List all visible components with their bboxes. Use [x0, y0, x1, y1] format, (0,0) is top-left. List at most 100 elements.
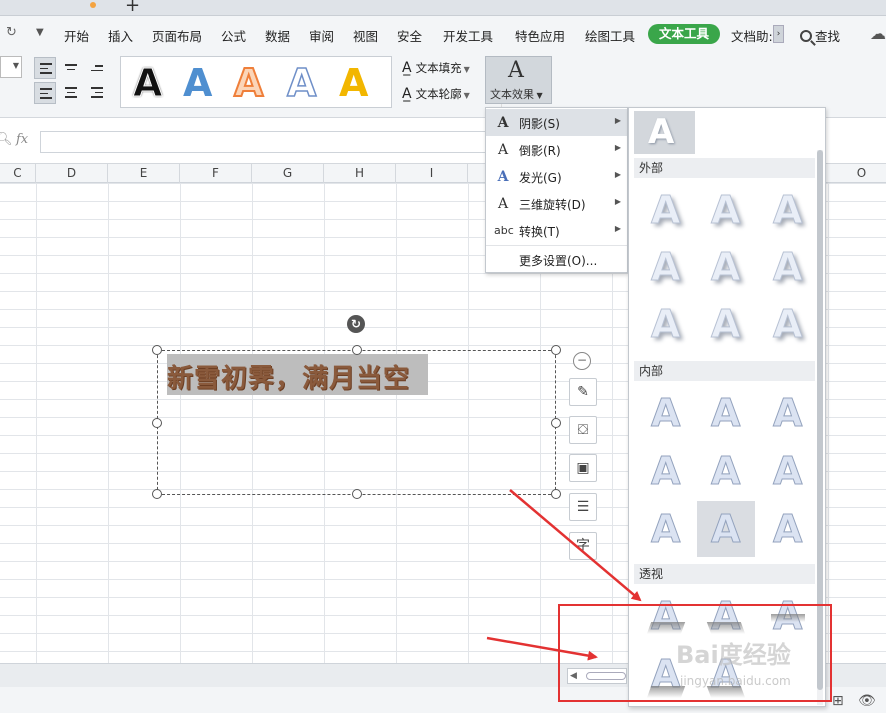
- menu-formula[interactable]: 公式: [221, 26, 246, 45]
- shadow-outer-4[interactable]: A: [637, 239, 695, 295]
- menu-view[interactable]: 视图: [353, 26, 378, 45]
- resize-handle-top-right[interactable]: [551, 345, 561, 355]
- resize-handle-bottom-left[interactable]: [152, 489, 162, 499]
- reflection-A-icon: A: [497, 142, 509, 158]
- style-black-A[interactable]: A: [132, 61, 162, 106]
- column-header-i[interactable]: I: [396, 164, 468, 183]
- menu-special-apps[interactable]: 特色应用: [515, 26, 565, 45]
- style-orange-outline-A[interactable]: A: [233, 60, 264, 106]
- text-outline-icon: A̲: [402, 86, 412, 102]
- search-button[interactable]: 查找: [800, 26, 840, 45]
- shadow-inner-3[interactable]: A: [759, 385, 817, 441]
- shadow-inner-6[interactable]: A: [759, 443, 817, 499]
- shadow-outer-5[interactable]: A: [697, 239, 755, 295]
- rotate-handle-icon[interactable]: ↻: [347, 315, 365, 333]
- style-gold-A[interactable]: A: [339, 61, 368, 105]
- glow-A-icon: A: [497, 169, 509, 185]
- menu-item-shadow[interactable]: A 阴影(S) ▶: [486, 109, 627, 136]
- cloud-icon[interactable]: ☁: [870, 24, 886, 43]
- shadow-inner-2[interactable]: A: [697, 385, 755, 441]
- column-header-d[interactable]: D: [36, 164, 108, 183]
- swatch-A: A: [650, 507, 681, 552]
- section-perspective: 透视: [634, 564, 815, 584]
- format-brush-button[interactable]: ✎: [569, 378, 597, 406]
- search-icon: [800, 30, 812, 42]
- shadow-outer-2[interactable]: A: [697, 182, 755, 238]
- shadow-inner-9[interactable]: A: [759, 501, 817, 557]
- fx-icon[interactable]: fx: [16, 132, 28, 147]
- text-box[interactable]: 新雪初霁，满月当空: [152, 345, 561, 499]
- menu-page-layout[interactable]: 页面布局: [152, 26, 202, 45]
- redo-icon[interactable]: ↻: [6, 25, 17, 40]
- shadow-outer-6[interactable]: A: [759, 239, 817, 295]
- menu-review[interactable]: 审阅: [309, 26, 334, 45]
- menu-item-label: 转换(T): [519, 225, 560, 239]
- column-header-g[interactable]: G: [252, 164, 324, 183]
- align-center-button[interactable]: [60, 82, 82, 104]
- align-bottom-button[interactable]: [86, 57, 108, 79]
- menu-item-reflection[interactable]: A 倒影(R) ▶: [486, 136, 627, 163]
- zoom-icon[interactable]: 🔍︎: [0, 132, 13, 147]
- swatch-A: A: [710, 302, 741, 347]
- column-header-o[interactable]: O: [826, 164, 886, 183]
- shadow-outer-3[interactable]: A: [759, 182, 817, 238]
- swatch-A: A: [772, 391, 803, 436]
- shadow-inner-4[interactable]: A: [637, 443, 695, 499]
- align-right-button[interactable]: [86, 82, 108, 104]
- menu-item-glow[interactable]: A 发光(G) ▶: [486, 163, 627, 190]
- menu-security[interactable]: 安全: [397, 26, 422, 45]
- fill-color-button[interactable]: ⛋: [569, 416, 597, 444]
- menu-developer[interactable]: 开发工具: [443, 26, 493, 45]
- menu-overflow-arrow-icon[interactable]: ›: [773, 25, 784, 43]
- menu-item-3d-rotation[interactable]: A 三维旋转(D) ▶: [486, 190, 627, 217]
- resize-handle-right[interactable]: [551, 418, 561, 428]
- align-middle-button[interactable]: [60, 57, 82, 79]
- transform-abc-icon: abc: [494, 224, 514, 237]
- resize-handle-top[interactable]: [352, 345, 362, 355]
- column-header-e[interactable]: E: [108, 164, 180, 183]
- resize-handle-bottom-right[interactable]: [551, 489, 561, 499]
- shadow-outer-8[interactable]: A: [697, 296, 755, 352]
- text-fill-button[interactable]: A̲ 文本填充 ▼: [402, 60, 470, 76]
- no-shadow-option[interactable]: A: [634, 111, 695, 154]
- textbox-content[interactable]: 新雪初霁，满月当空: [167, 354, 429, 395]
- quick-access-dropdown-icon[interactable]: ▼: [36, 27, 44, 38]
- menu-item-transform[interactable]: abc 转换(T) ▶: [486, 217, 627, 244]
- menu-item-more-settings[interactable]: 更多设置(O)...: [486, 246, 627, 273]
- column-header-h[interactable]: H: [324, 164, 396, 183]
- style-blue-A[interactable]: A: [183, 61, 212, 105]
- page-layout-icon[interactable]: ⊞: [832, 693, 844, 709]
- text-effect-button[interactable]: A 文本效果 ▼: [485, 56, 552, 104]
- shadow-A-icon: A: [497, 115, 509, 131]
- style-blue-outline-A[interactable]: A: [286, 60, 317, 106]
- column-header-c[interactable]: C: [0, 164, 36, 183]
- menu-text-tools[interactable]: 文本工具: [648, 24, 720, 44]
- text-layout-button[interactable]: ☰: [569, 493, 597, 521]
- resize-handle-left[interactable]: [152, 418, 162, 428]
- shadow-inner-1[interactable]: A: [637, 385, 695, 441]
- shadow-outer-7[interactable]: A: [637, 296, 695, 352]
- border-button[interactable]: ▣: [569, 454, 597, 482]
- eye-protection-icon[interactable]: 👁︎: [858, 693, 876, 709]
- shadow-inner-5[interactable]: A: [697, 443, 755, 499]
- menu-drawing-tools[interactable]: 绘图工具: [585, 26, 635, 45]
- shadow-outer-9[interactable]: A: [759, 296, 817, 352]
- resize-handle-bottom[interactable]: [352, 489, 362, 499]
- menu-doc-assistant[interactable]: 文档助:: [731, 26, 773, 45]
- collapse-minus-icon[interactable]: −: [573, 352, 591, 370]
- align-top-icon: [40, 63, 52, 75]
- column-header-f[interactable]: F: [180, 164, 252, 183]
- font-button[interactable]: 字: [569, 532, 597, 560]
- shadow-inner-8[interactable]: A: [697, 501, 755, 557]
- font-size-select[interactable]: ▼: [0, 56, 22, 78]
- shadow-inner-7[interactable]: A: [637, 501, 695, 557]
- resize-handle-top-left[interactable]: [152, 345, 162, 355]
- align-left-button[interactable]: [34, 82, 56, 104]
- menu-home[interactable]: 开始: [64, 26, 89, 45]
- menu-data[interactable]: 数据: [265, 26, 290, 45]
- align-top-button[interactable]: [34, 57, 56, 79]
- text-outline-button[interactable]: A̲ 文本轮廓 ▼: [402, 86, 470, 102]
- shadow-outer-1[interactable]: A: [637, 182, 695, 238]
- new-tab-plus-icon[interactable]: +: [125, 0, 140, 16]
- menu-insert[interactable]: 插入: [108, 26, 133, 45]
